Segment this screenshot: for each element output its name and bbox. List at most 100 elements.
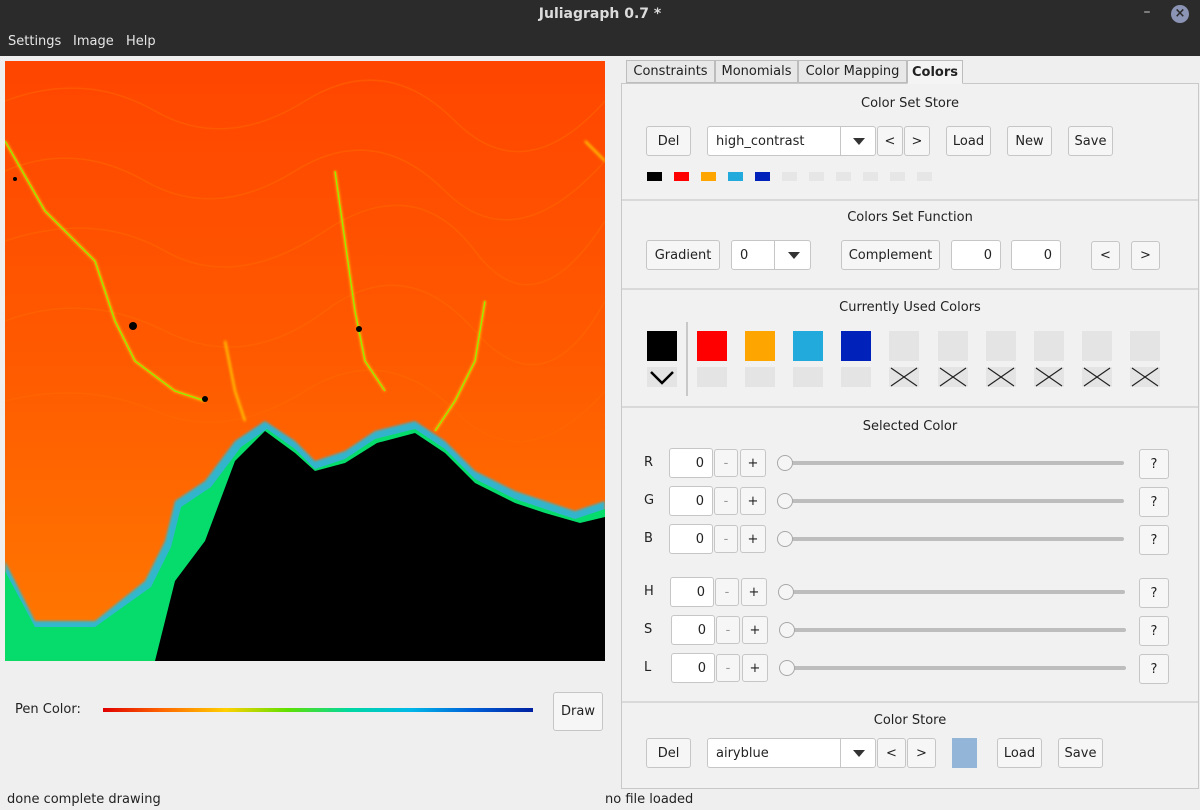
fractal-canvas[interactable] bbox=[5, 61, 605, 661]
color-store-select[interactable]: airyblue bbox=[707, 738, 876, 768]
channel-value-input[interactable]: 0 bbox=[669, 486, 713, 516]
channel-slider-handle[interactable] bbox=[777, 455, 793, 471]
channel-value-input[interactable]: 0 bbox=[671, 653, 715, 683]
channel-slider-track[interactable] bbox=[782, 499, 1124, 503]
increment-button[interactable]: + bbox=[741, 578, 767, 606]
help-button[interactable]: ? bbox=[1139, 616, 1169, 646]
color-set-select[interactable]: high_contrast bbox=[707, 126, 876, 156]
channel-slider-track[interactable] bbox=[784, 628, 1126, 632]
used-color-slot[interactable] bbox=[793, 367, 824, 387]
used-color-slot[interactable] bbox=[697, 367, 727, 387]
channel-slider-track[interactable] bbox=[784, 666, 1126, 670]
decrement-button[interactable]: - bbox=[716, 654, 740, 682]
help-button[interactable]: ? bbox=[1139, 525, 1169, 555]
color-store-del-button[interactable]: Del bbox=[646, 738, 691, 768]
used-color-swatch[interactable] bbox=[793, 331, 824, 361]
used-color-swatch[interactable] bbox=[1129, 331, 1160, 361]
channel-slider-handle[interactable] bbox=[778, 584, 794, 600]
used-color-slot[interactable] bbox=[745, 367, 776, 387]
function-next-button[interactable]: > bbox=[1131, 241, 1160, 270]
divider bbox=[622, 199, 1198, 201]
channel-slider-handle[interactable] bbox=[779, 622, 795, 638]
draw-button[interactable]: Draw bbox=[553, 692, 603, 731]
color-store-next-button[interactable]: > bbox=[907, 738, 936, 768]
color-set-next-button[interactable]: > bbox=[904, 126, 930, 156]
function-value-b-input[interactable]: 0 bbox=[1011, 240, 1061, 270]
channel-slider-handle[interactable] bbox=[777, 493, 793, 509]
color-set-save-button[interactable]: Save bbox=[1068, 126, 1113, 156]
delete-color-icon[interactable] bbox=[1129, 367, 1160, 387]
select-divider bbox=[840, 739, 841, 767]
channel-value-input[interactable]: 0 bbox=[669, 448, 713, 478]
color-store-load-button[interactable]: Load bbox=[997, 738, 1042, 768]
help-button[interactable]: ? bbox=[1139, 487, 1169, 517]
decrement-button[interactable]: - bbox=[714, 449, 738, 477]
tab-monomials[interactable]: Monomials bbox=[715, 60, 798, 83]
pen-color-gradient[interactable] bbox=[103, 708, 533, 712]
delete-color-icon[interactable] bbox=[1033, 367, 1064, 387]
tab-constraints[interactable]: Constraints bbox=[626, 60, 715, 83]
delete-color-icon[interactable] bbox=[889, 367, 920, 387]
used-color-swatch[interactable] bbox=[647, 331, 677, 361]
used-color-swatch[interactable] bbox=[937, 331, 968, 361]
chevron-down-icon bbox=[853, 750, 865, 757]
delete-color-icon[interactable] bbox=[1081, 367, 1112, 387]
color-store-save-button[interactable]: Save bbox=[1058, 738, 1103, 768]
tab-color-mapping[interactable]: Color Mapping bbox=[798, 60, 907, 83]
increment-button[interactable]: + bbox=[740, 525, 766, 553]
selected-marker-icon[interactable] bbox=[647, 367, 677, 387]
used-color-slot[interactable] bbox=[841, 367, 872, 387]
menu-help[interactable]: Help bbox=[126, 34, 156, 49]
color-store-prev-button[interactable]: < bbox=[877, 738, 906, 768]
channel-slider-track[interactable] bbox=[782, 537, 1124, 541]
channel-value-input[interactable]: 0 bbox=[671, 615, 715, 645]
increment-button[interactable]: + bbox=[742, 616, 768, 644]
color-set-swatch bbox=[674, 172, 689, 181]
channel-value: 0 bbox=[696, 584, 705, 600]
help-button[interactable]: ? bbox=[1139, 449, 1169, 479]
channel-slider-handle[interactable] bbox=[779, 660, 795, 676]
minimize-button[interactable]: – bbox=[1139, 5, 1155, 22]
divider bbox=[622, 701, 1198, 703]
menu-settings[interactable]: Settings bbox=[8, 34, 61, 49]
channel-value-input[interactable]: 0 bbox=[670, 577, 714, 607]
tab-colors[interactable]: Colors bbox=[907, 60, 963, 84]
used-color-swatch[interactable] bbox=[697, 331, 727, 361]
increment-button[interactable]: + bbox=[740, 449, 766, 477]
color-set-prev-button[interactable]: < bbox=[877, 126, 903, 156]
complement-button[interactable]: Complement bbox=[841, 240, 940, 270]
color-set-swatch bbox=[863, 172, 878, 181]
color-set-swatch bbox=[701, 172, 716, 181]
used-color-swatch[interactable] bbox=[1081, 331, 1112, 361]
used-color-swatch[interactable] bbox=[985, 331, 1016, 361]
function-value-a-input[interactable]: 0 bbox=[951, 240, 1001, 270]
function-prev-button[interactable]: < bbox=[1091, 241, 1120, 270]
color-set-new-button[interactable]: New bbox=[1007, 126, 1052, 156]
color-set-del-button[interactable]: Del bbox=[646, 126, 691, 156]
decrement-button[interactable]: - bbox=[714, 525, 738, 553]
gradient-select[interactable]: 0 bbox=[731, 240, 811, 270]
used-color-swatch[interactable] bbox=[889, 331, 920, 361]
color-store-selected-value: airyblue bbox=[716, 745, 769, 761]
delete-color-icon[interactable] bbox=[937, 367, 968, 387]
used-color-swatch[interactable] bbox=[745, 331, 776, 361]
channel-slider-track[interactable] bbox=[783, 590, 1125, 594]
increment-button[interactable]: + bbox=[742, 654, 768, 682]
help-button[interactable]: ? bbox=[1139, 654, 1169, 684]
delete-color-icon[interactable] bbox=[985, 367, 1016, 387]
color-set-load-button[interactable]: Load bbox=[946, 126, 991, 156]
close-button[interactable]: × bbox=[1171, 5, 1189, 23]
decrement-button[interactable]: - bbox=[714, 487, 738, 515]
channel-slider-handle[interactable] bbox=[777, 531, 793, 547]
decrement-button[interactable]: - bbox=[715, 578, 739, 606]
used-color-swatch[interactable] bbox=[1033, 331, 1064, 361]
menu-image[interactable]: Image bbox=[73, 34, 114, 49]
decrement-button[interactable]: - bbox=[716, 616, 740, 644]
used-color-swatch[interactable] bbox=[841, 331, 872, 361]
gradient-button[interactable]: Gradient bbox=[646, 240, 720, 270]
color-set-swatch bbox=[755, 172, 770, 181]
increment-button[interactable]: + bbox=[740, 487, 766, 515]
channel-value-input[interactable]: 0 bbox=[669, 524, 713, 554]
channel-slider-track[interactable] bbox=[782, 461, 1124, 465]
help-button[interactable]: ? bbox=[1139, 578, 1169, 608]
